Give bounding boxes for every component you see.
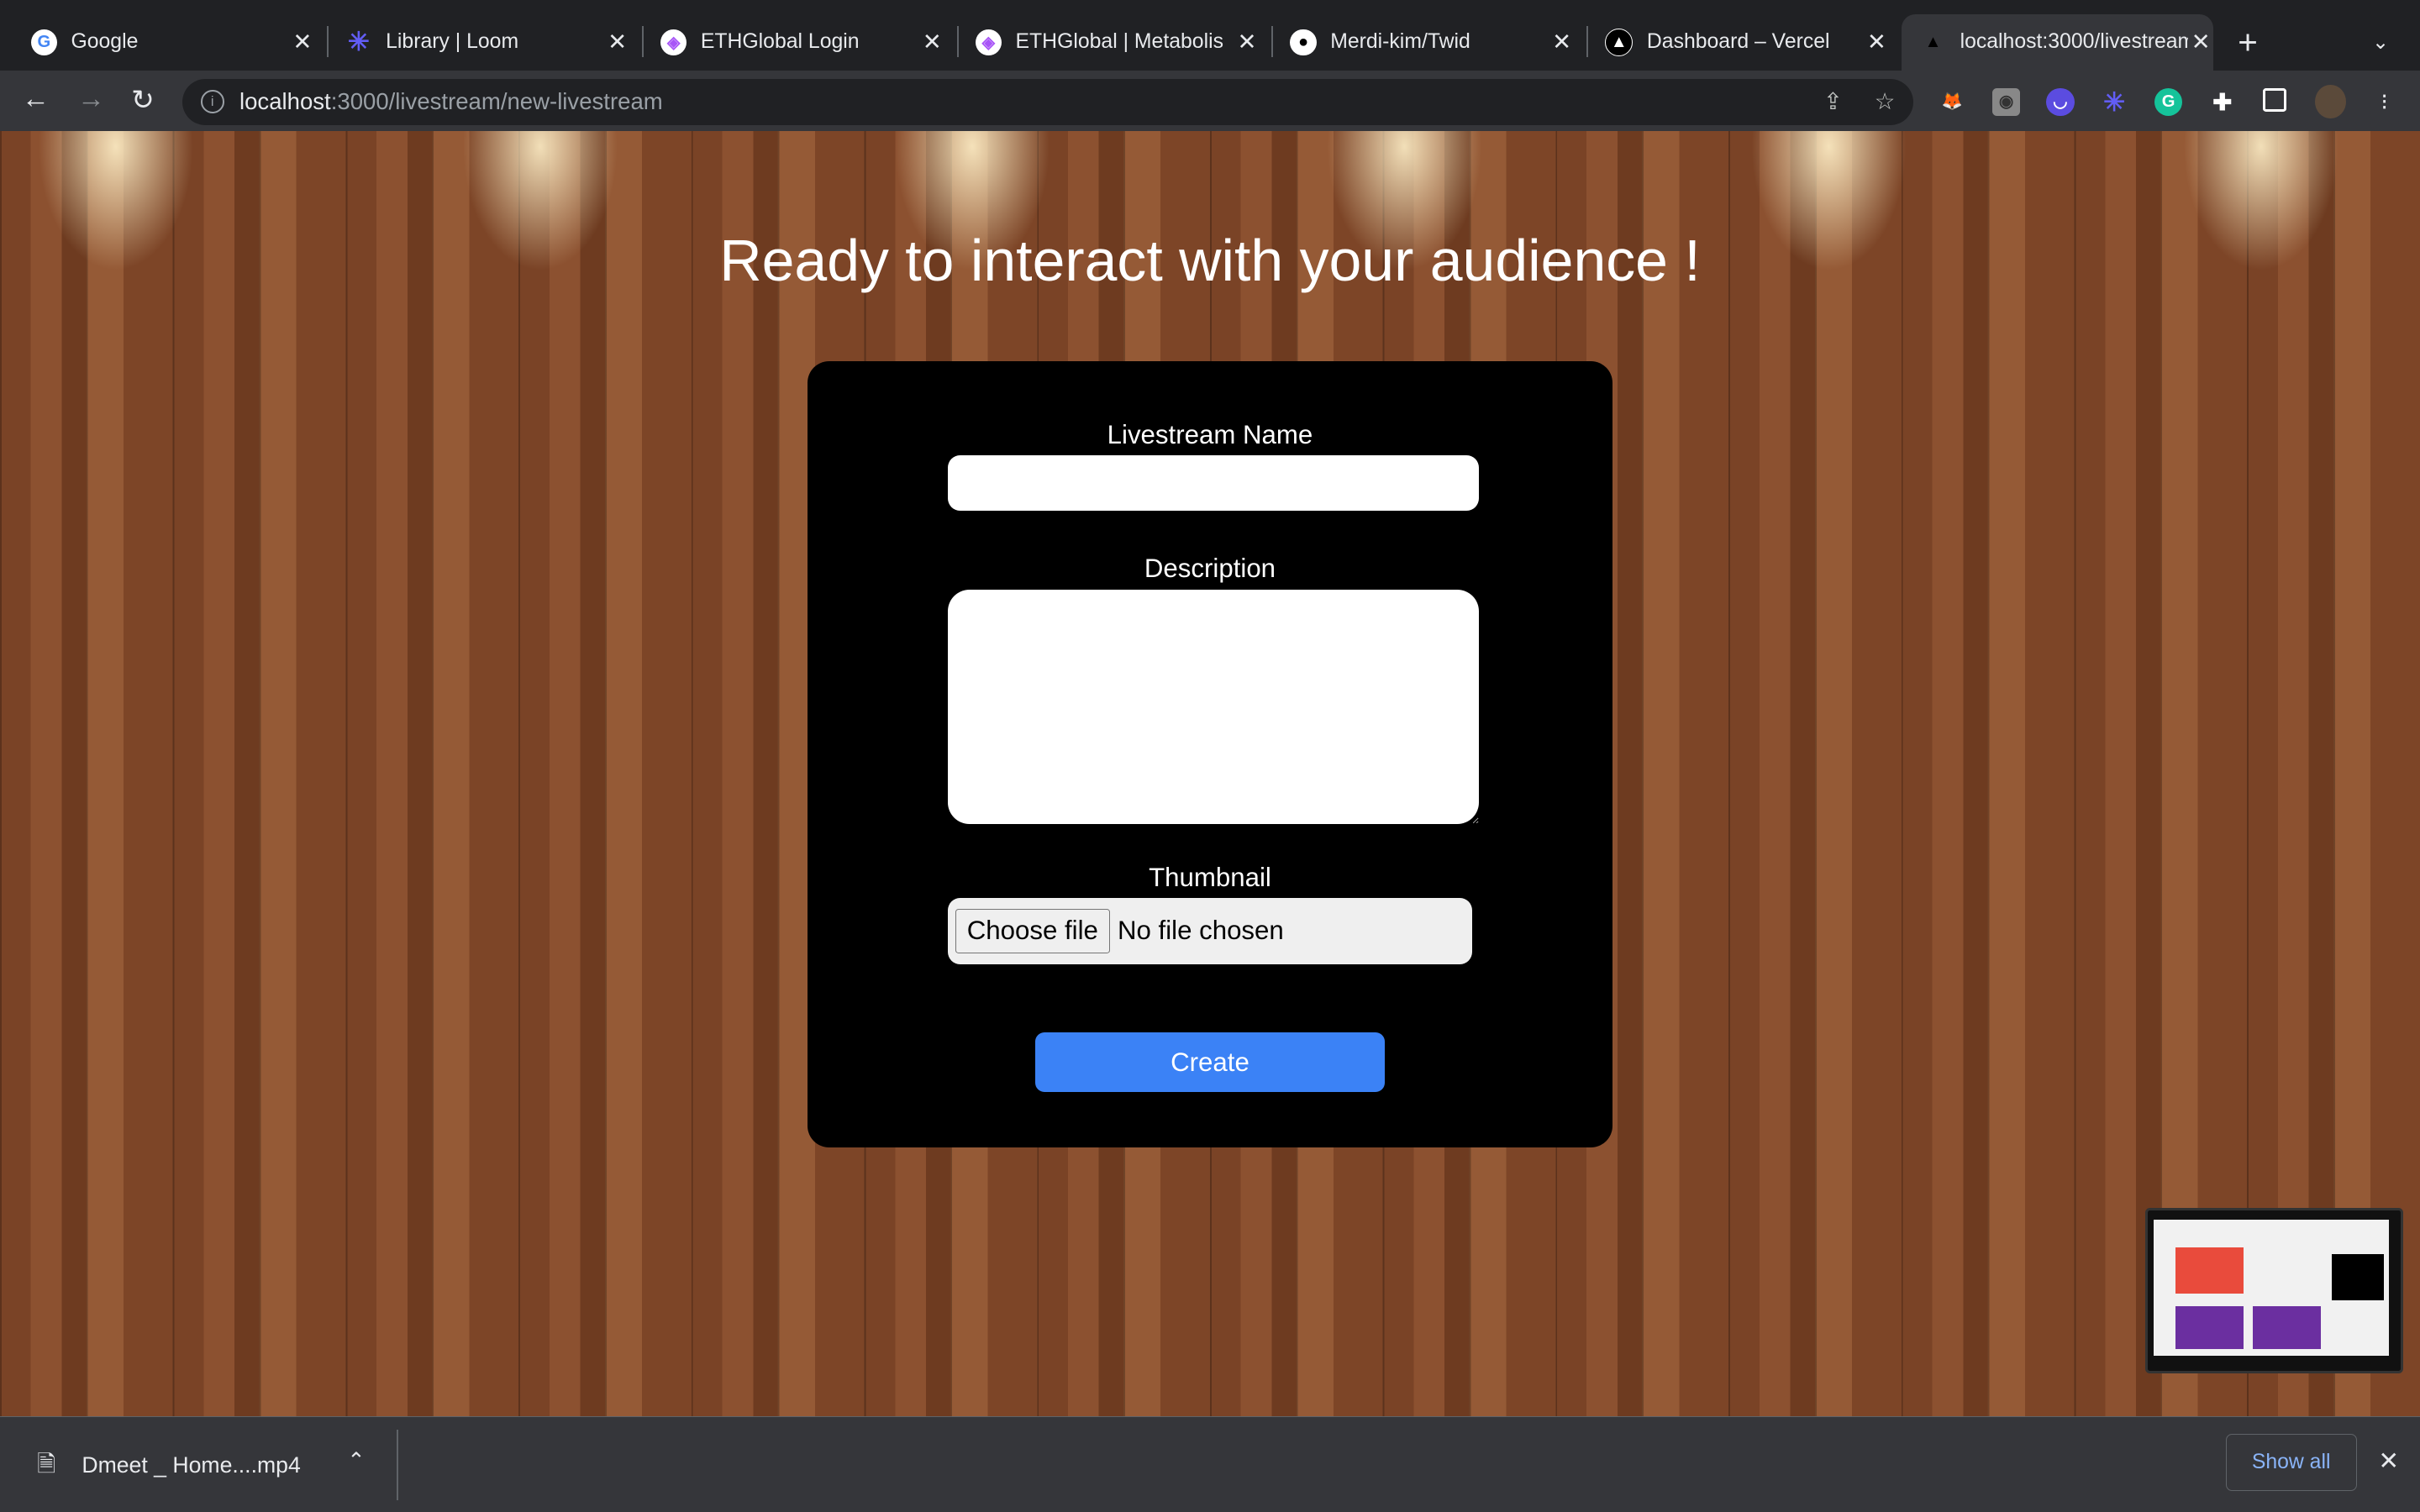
picture-in-picture-preview[interactable] — [2145, 1208, 2404, 1374]
address-bar[interactable]: i localhost:3000/livestream/new-livestre… — [182, 78, 1914, 125]
share-icon[interactable]: ⇪ — [1823, 88, 1843, 115]
tab-title: Library | Loom — [386, 30, 519, 54]
camera-extension-icon[interactable]: ◉ — [1992, 87, 2021, 116]
vercel-icon: ▲ — [1924, 32, 1942, 51]
grammarly-icon[interactable]: G — [2154, 87, 2183, 116]
tab-ethglobal-metabolism[interactable]: ◈ ETHGlobal | Metabolis ✕ — [975, 14, 1260, 71]
reload-icon[interactable]: ↻ — [131, 83, 155, 117]
choose-file-button[interactable]: Choose file — [955, 909, 1110, 953]
video-thumbnail — [2154, 1220, 2389, 1356]
browser-toolbar: ← → ↻ i localhost:3000/livestream/new-li… — [0, 71, 2420, 132]
metamask-icon[interactable]: 🦊 — [1939, 88, 1966, 116]
description-label: Description — [1144, 554, 1276, 584]
google-icon: G — [30, 29, 57, 56]
thumbnail-file-input[interactable]: Choose file No file chosen — [947, 897, 1473, 964]
tab-strip: G Google ✕ ✳ Library | Loom ✕ ◈ ETHGlobal Log… — [0, 0, 2420, 71]
show-all-button[interactable]: Show all — [2225, 1434, 2357, 1492]
loom-extension-icon[interactable]: ✳ — [2101, 88, 2128, 116]
page-content: Ready to interact with your audience ! L… — [0, 131, 2420, 1417]
chevron-up-icon[interactable]: ⌃ — [347, 1448, 366, 1473]
close-download-bar-icon[interactable]: ✕ — [2378, 1446, 2399, 1476]
menu-kebab-icon[interactable]: ⋮ — [2370, 88, 2398, 116]
tab-title: Dashboard – Vercel — [1646, 30, 1830, 54]
tab-title: localhost:3000/livestream — [1960, 30, 2189, 54]
tab-title: ETHGlobal | Metabolis — [1015, 30, 1223, 54]
close-tab-icon[interactable]: ✕ — [290, 29, 314, 55]
livestream-form: Livestream Name Description Thumbnail Ch… — [807, 360, 1613, 1148]
ethglobal-icon: ◈ — [975, 29, 1002, 56]
tab-search-chevron-icon[interactable]: ⌄ — [2372, 14, 2389, 71]
tab-title: ETHGlobal Login — [700, 30, 860, 54]
close-tab-icon[interactable]: ✕ — [1549, 29, 1574, 55]
tab-github[interactable]: ● Merdi-kim/Twid ✕ — [1290, 14, 1574, 71]
divider — [397, 1429, 398, 1501]
file-icon: 🗎 — [37, 1450, 56, 1477]
url-path: :3000/livestream/new-livestream — [330, 88, 663, 115]
tab-title: Google — [71, 30, 139, 54]
new-tab-button[interactable]: + — [2238, 14, 2258, 71]
ghost-extension-icon[interactable]: ◡ — [2046, 87, 2075, 116]
loom-icon: ✳ — [347, 27, 371, 57]
download-bar: 🗎 Dmeet _ Home....mp4 ⌃ Show all ✕ — [0, 1416, 2420, 1512]
github-icon: ● — [1290, 29, 1317, 56]
side-panel-icon[interactable] — [2262, 87, 2286, 112]
download-item-name[interactable]: Dmeet _ Home....mp4 — [82, 1452, 300, 1478]
tab-google[interactable]: G Google ✕ — [30, 14, 315, 71]
description-textarea[interactable] — [947, 589, 1479, 824]
create-button[interactable]: Create — [1035, 1032, 1385, 1093]
close-tab-icon[interactable]: ✕ — [1234, 29, 1259, 55]
forward-icon[interactable]: → — [77, 83, 105, 115]
profile-avatar[interactable] — [2315, 85, 2346, 119]
bookmark-star-icon[interactable]: ☆ — [1875, 88, 1896, 115]
site-info-icon[interactable]: i — [200, 90, 224, 114]
livestream-name-input[interactable] — [947, 454, 1479, 511]
file-status-text: No file chosen — [1117, 916, 1284, 946]
back-icon[interactable]: ← — [22, 83, 50, 115]
page-title: Ready to interact with your audience ! — [719, 227, 1701, 293]
livestream-name-label: Livestream Name — [1107, 419, 1313, 449]
tab-title: Merdi-kim/Twid — [1330, 30, 1470, 54]
close-tab-icon[interactable]: ✕ — [920, 29, 944, 55]
close-tab-icon[interactable]: ✕ — [1865, 29, 1889, 55]
extensions-puzzle-icon[interactable]: ✚ — [2208, 88, 2236, 116]
ethglobal-icon: ◈ — [660, 29, 687, 56]
tab-loom[interactable]: ✳ Library | Loom ✕ — [345, 14, 629, 71]
close-tab-icon[interactable]: ✕ — [2188, 29, 2212, 55]
tab-localhost-active[interactable]: ▲ localhost:3000/livestream ✕ — [1901, 13, 2213, 71]
vercel-icon: ▲ — [1605, 28, 1634, 57]
thumbnail-label: Thumbnail — [1149, 862, 1271, 892]
close-tab-icon[interactable]: ✕ — [605, 29, 629, 55]
url-host: localhost — [239, 88, 331, 115]
tab-vercel[interactable]: ▲ Dashboard – Vercel ✕ — [1605, 14, 1889, 71]
tab-ethglobal-login[interactable]: ◈ ETHGlobal Login ✕ — [660, 14, 944, 71]
